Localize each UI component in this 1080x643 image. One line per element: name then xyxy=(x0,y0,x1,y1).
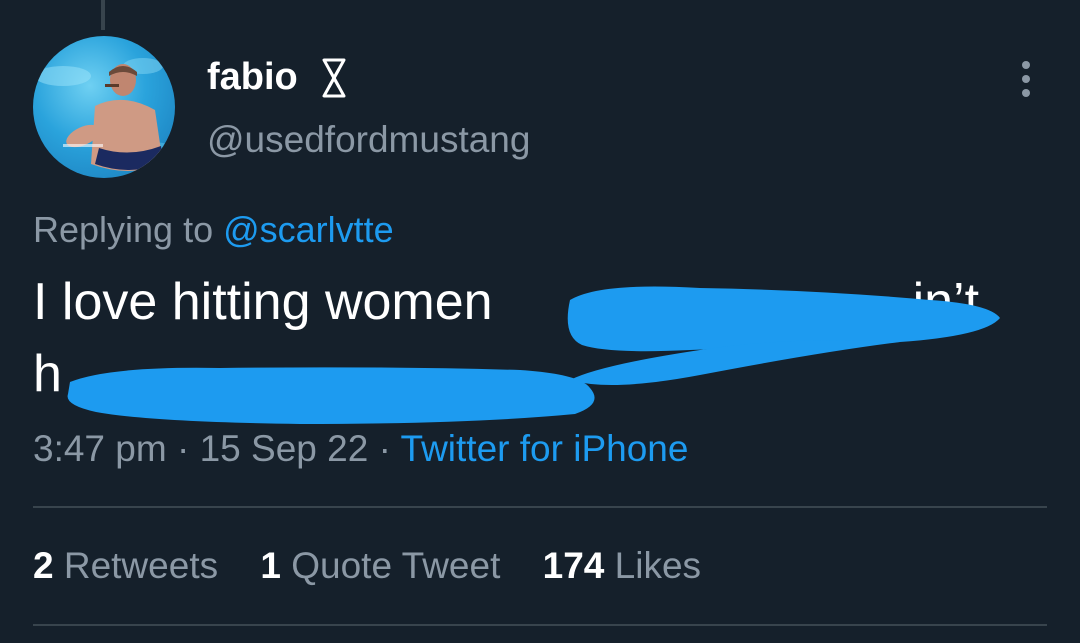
retweets-count: 2 xyxy=(33,545,54,586)
thread-connector-line xyxy=(101,0,105,30)
avatar[interactable] xyxy=(33,36,175,178)
tweet-text-visible-start: I love hitting women xyxy=(33,273,493,331)
likes-label: Likes xyxy=(614,545,702,586)
likes-count: 174 xyxy=(542,545,605,586)
tweet-metadata: 3:47 pm · 15 Sep 22 · Twitter for iPhone xyxy=(33,426,688,472)
avatar-image xyxy=(35,58,175,171)
custom-glyph-icon xyxy=(322,58,346,98)
more-dot-icon xyxy=(1022,89,1030,97)
replying-to-label: Replying to xyxy=(33,209,224,250)
reply-mention-link[interactable]: @scarlvtte xyxy=(223,209,394,250)
retweets-label: Retweets xyxy=(63,545,219,586)
tweet-text-visible-end: in’t xyxy=(912,273,980,331)
more-dot-icon xyxy=(1022,61,1030,69)
likes-stat[interactable]: 174 Likes xyxy=(543,543,701,589)
more-dot-icon xyxy=(1022,75,1030,83)
engagement-stats: 2 Retweets 1 Quote Tweet 174 Likes xyxy=(33,543,733,589)
replying-to-line: Replying to @scarlvtte xyxy=(33,208,394,252)
author-handle[interactable]: @usedfordmustang xyxy=(207,118,530,162)
quote-tweets-label: Quote Tweet xyxy=(291,545,501,586)
quote-tweets-count: 1 xyxy=(260,545,281,586)
retweets-stat[interactable]: 2 Retweets xyxy=(33,543,218,589)
tweet-date[interactable]: 15 Sep 22 xyxy=(200,428,369,469)
divider xyxy=(33,624,1047,626)
meta-separator: · xyxy=(368,428,401,469)
tweet-text-line2-visible: h xyxy=(33,345,62,403)
tweet-source-link[interactable]: Twitter for iPhone xyxy=(401,428,689,469)
tweet-text-line-1: I love hitting women in’t xyxy=(33,266,1033,338)
meta-separator: · xyxy=(166,428,200,469)
divider xyxy=(33,506,1047,508)
tweet-text: I love hitting women in’t h xyxy=(33,266,1033,410)
author-display-name[interactable]: fabio xyxy=(207,55,298,99)
tweet-text-line-2: h xyxy=(33,338,1033,410)
tweet-time[interactable]: 3:47 pm xyxy=(33,428,167,469)
quote-tweets-stat[interactable]: 1 Quote Tweet xyxy=(260,543,500,589)
more-options-button[interactable] xyxy=(1012,58,1040,100)
